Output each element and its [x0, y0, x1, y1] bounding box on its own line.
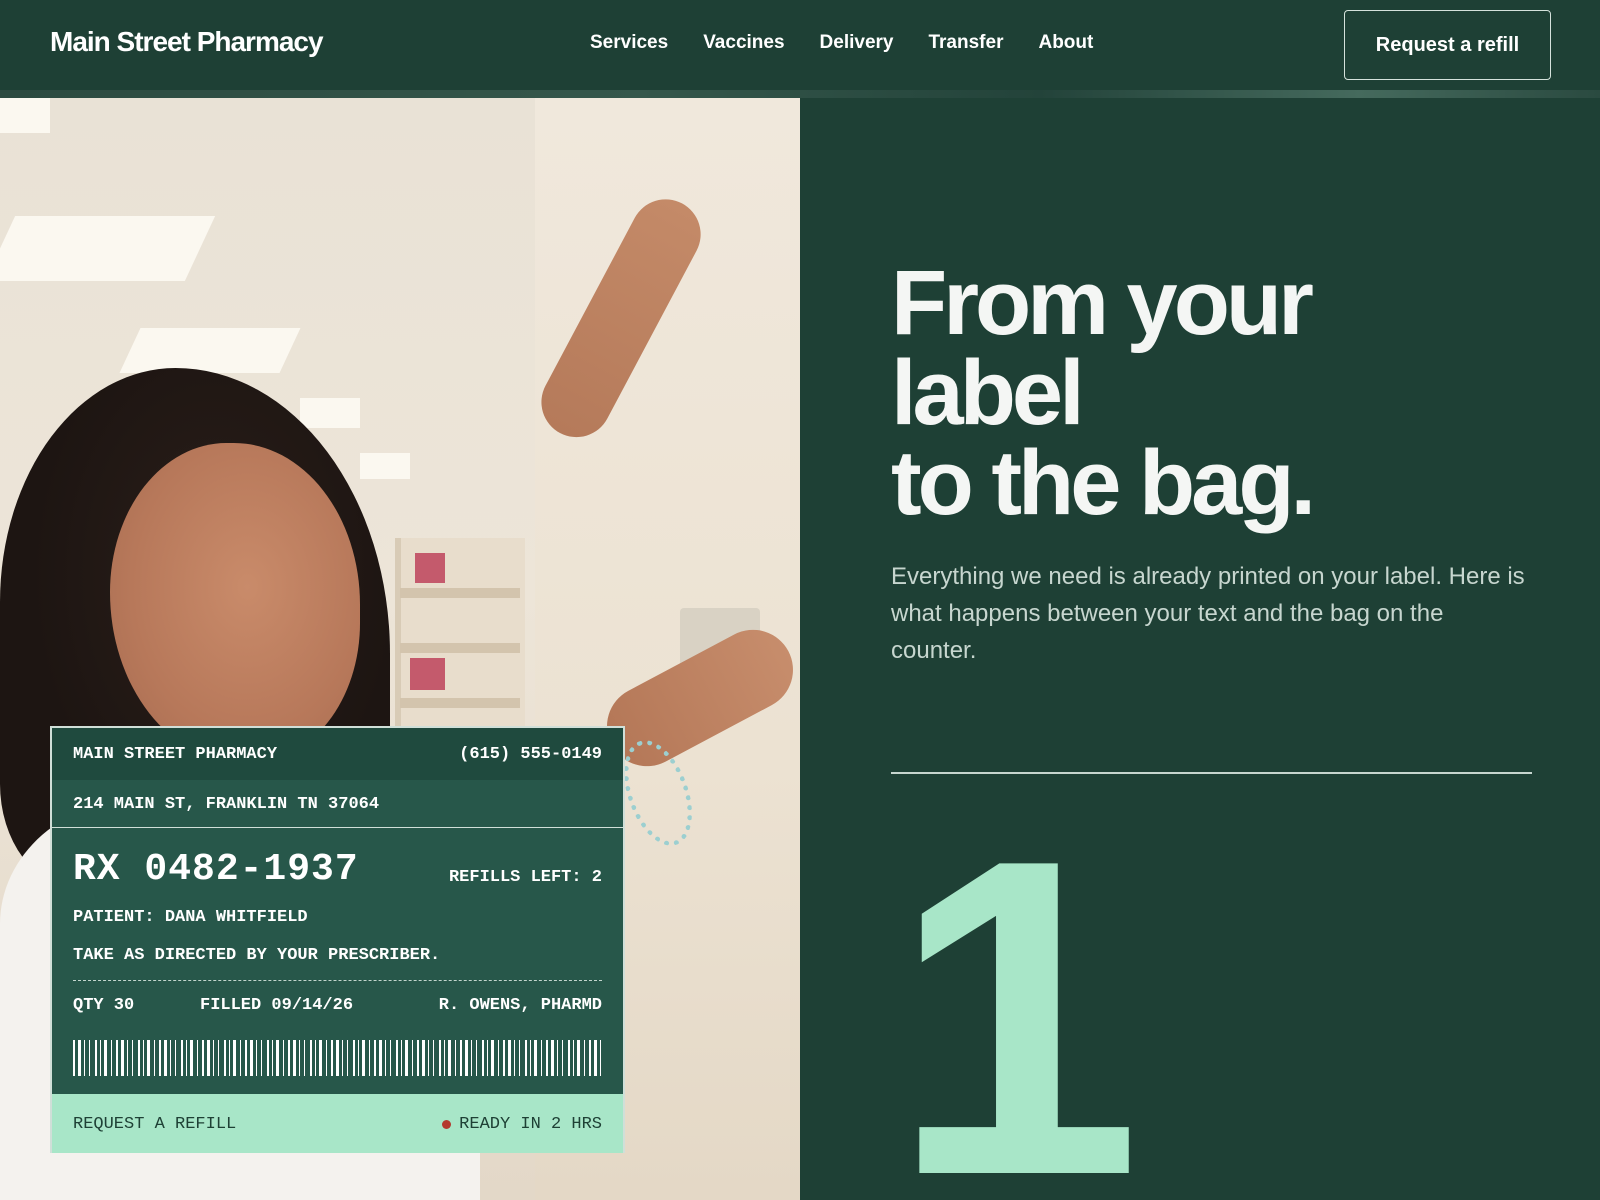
request-refill-button[interactable]: Request a refill — [1344, 10, 1551, 80]
hero-subtext: Everything we need is already printed on… — [891, 563, 1525, 664]
hero-content: From your label to the bag. Everything w… — [800, 98, 1600, 1200]
headline-line: label — [891, 342, 1085, 444]
barcode-icon — [73, 1040, 601, 1076]
shelf-row — [400, 698, 520, 708]
site-logo[interactable]: Main Street Pharmacy — [50, 26, 324, 58]
label-header: MAIN STREET PHARMACY (615) 555-0149 — [52, 728, 623, 780]
ceiling-light — [300, 398, 360, 428]
hero-headline: From your label to the bag. — [891, 252, 1541, 534]
pharmacist-name: R. OWENS, PHARMD — [438, 996, 602, 1015]
medicine-box — [410, 658, 445, 690]
filled-date: FILLED 09/14/26 — [200, 996, 354, 1015]
ceiling-light — [0, 216, 216, 281]
step-number: 1 — [891, 767, 1141, 1200]
shelf-row — [400, 643, 520, 653]
label-address-row: 214 MAIN ST, FRANKLIN TN 37064 — [52, 780, 623, 828]
quantity: QTY 30 — [73, 996, 135, 1015]
label-divider — [73, 980, 602, 981]
medicine-box — [415, 553, 445, 583]
ceiling-light — [119, 328, 301, 373]
ceiling-light — [360, 453, 410, 479]
headline-line: to the bag. — [891, 432, 1316, 534]
label-request-refill-link[interactable]: REQUEST A REFILL — [73, 1115, 236, 1134]
refills-left: REFILLS LEFT: 2 — [448, 868, 602, 887]
nav-link-delivery[interactable]: Delivery — [820, 32, 894, 54]
ready-status-text: READY IN 2 HRS — [459, 1115, 602, 1134]
nav-links: Services Vaccines Delivery Transfer Abou… — [590, 32, 1093, 54]
shelf-row — [400, 588, 520, 598]
label-phone: (615) 555-0149 — [459, 745, 602, 764]
nav-link-vaccines[interactable]: Vaccines — [703, 32, 784, 54]
ready-status: READY IN 2 HRS — [442, 1115, 602, 1134]
nav-link-transfer[interactable]: Transfer — [928, 32, 1003, 54]
rx-number: RX 0482-1937 — [73, 848, 359, 891]
nav-link-services[interactable]: Services — [590, 32, 668, 54]
nav-divider — [0, 90, 1600, 98]
status-dot-icon — [442, 1120, 452, 1129]
ceiling-light — [0, 98, 50, 133]
label-footer: REQUEST A REFILL READY IN 2 HRS — [52, 1094, 623, 1153]
top-nav: Main Street Pharmacy Services Vaccines D… — [0, 0, 1600, 90]
directions: TAKE AS DIRECTED BY YOUR PRESCRIBER. — [73, 946, 441, 965]
label-address: 214 MAIN ST, FRANKLIN TN 37064 — [73, 795, 380, 814]
nav-link-about[interactable]: About — [1038, 32, 1093, 54]
patient-name: PATIENT: DANA WHITFIELD — [73, 908, 308, 927]
headline-line: From your — [891, 252, 1314, 354]
prescription-label: MAIN STREET PHARMACY (615) 555-0149 214 … — [50, 726, 625, 1153]
label-pharmacy-name: MAIN STREET PHARMACY — [73, 745, 278, 764]
